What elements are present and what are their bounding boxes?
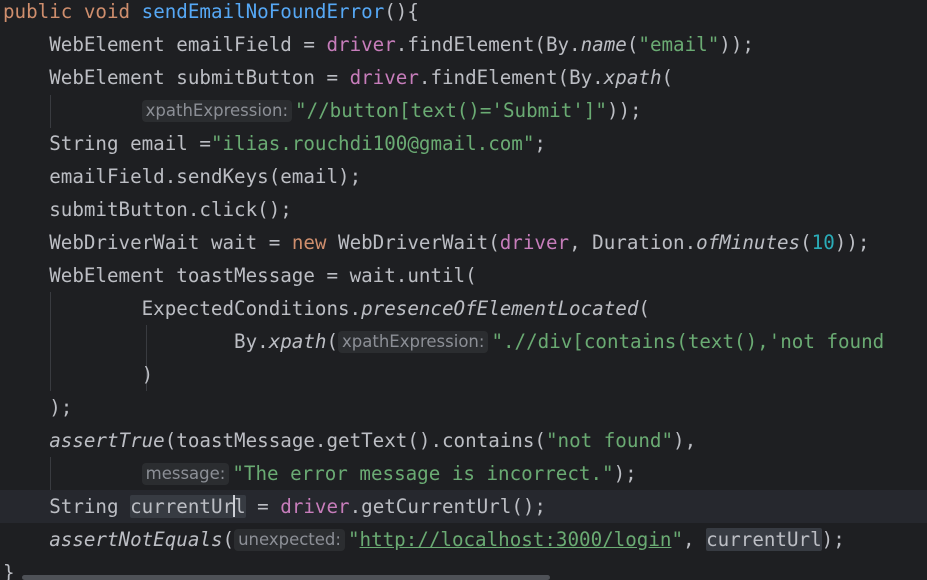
static-method: xpath <box>268 330 327 353</box>
keyword: public <box>3 0 73 23</box>
field-ref: driver <box>499 231 570 254</box>
string-literal: "//button[text()='Submit']" <box>295 99 607 122</box>
static-method: name <box>580 33 627 56</box>
code-line[interactable]: By.xpath(xpathExpression: ".//div[contain… <box>3 330 884 363</box>
string-literal: "not found" <box>545 429 674 452</box>
keyword: new <box>291 231 327 254</box>
code-text: ( <box>326 330 339 353</box>
code-text: ( <box>222 528 235 551</box>
code-text: ); <box>821 528 845 551</box>
code-text: ( <box>626 33 639 56</box>
code-text: ) <box>141 363 154 386</box>
code-text: WebElement emailField = <box>49 33 327 56</box>
method-name: sendEmailNoFoundError <box>141 0 385 23</box>
parameter-hint: xpathExpression: <box>141 100 293 122</box>
code-line[interactable]: public void sendEmailNoFoundError(){ <box>3 0 419 33</box>
code-text: ( <box>661 66 674 89</box>
code-text: )); <box>834 231 870 254</box>
code-text: String email = <box>49 132 211 155</box>
code-text: )); <box>719 33 754 56</box>
field-ref: driver <box>349 66 419 89</box>
code-text: ); <box>49 396 73 419</box>
static-method: ofMinutes <box>696 231 801 254</box>
code-text: ( <box>638 297 650 320</box>
code-text: , Duration. <box>569 231 697 254</box>
code-text: WebElement submitButton = <box>49 66 350 89</box>
code-line[interactable]: } <box>3 561 15 580</box>
code-line[interactable]: assertNotEquals(unexpected: "http://local… <box>3 528 845 561</box>
string-literal: "The error message is incorrect." <box>232 462 614 485</box>
code-line[interactable]: submitButton.click(); <box>3 198 292 231</box>
code-text: ; <box>534 132 546 155</box>
code-text: WebDriverWait( <box>326 231 500 254</box>
static-method: presenceOfElementLocated <box>361 297 639 320</box>
code-text: ( <box>800 231 812 254</box>
code-text: WebDriverWait wait = <box>49 231 292 254</box>
code-text: emailField.sendKeys(email); <box>49 165 362 188</box>
code-line[interactable]: ExpectedConditions.presenceOfElementLoca… <box>3 297 650 330</box>
code-text: ), <box>673 429 697 452</box>
highlighted-variable: currentUrl <box>706 528 822 551</box>
string-literal: "email" <box>638 33 720 56</box>
code-text: , <box>683 528 707 551</box>
horizontal-scrollbar[interactable] <box>22 575 550 580</box>
code-text: = <box>245 495 281 518</box>
string-literal: "ilias.rouchdi100@gmail.com" <box>210 132 535 155</box>
parameter-hint: message: <box>141 463 230 485</box>
code-line[interactable]: WebElement submitButton = driver.findEle… <box>3 66 673 99</box>
code-line[interactable]: WebElement emailField = driver.findEleme… <box>3 33 754 66</box>
highlighted-variable: currentUrl <box>130 495 246 518</box>
code-line[interactable]: ); <box>3 396 72 429</box>
static-method: xpath <box>603 66 662 89</box>
parameter-hint: unexpected: <box>234 529 345 551</box>
string-literal: " <box>347 528 360 551</box>
code-text: )); <box>606 99 642 122</box>
static-method: assertNotEquals <box>49 528 223 551</box>
number-literal: 10 <box>811 231 835 254</box>
code-line[interactable]: WebDriverWait wait = new WebDriverWait(d… <box>3 231 869 264</box>
code-text: ); <box>613 462 637 485</box>
code-text: WebElement toastMessage = wait.until( <box>49 264 477 287</box>
code-line[interactable]: emailField.sendKeys(email); <box>3 165 361 198</box>
keyword: void <box>83 0 131 23</box>
string-literal: ".//div[contains(text(),'not found <box>491 330 885 353</box>
code-line[interactable]: xpathExpression: "//button[text()='Submit… <box>3 99 642 132</box>
code-text: } <box>3 561 15 580</box>
code-line[interactable]: WebElement toastMessage = wait.until( <box>3 264 477 297</box>
field-ref: driver <box>280 495 350 518</box>
code-line[interactable]: assertTrue(toastMessage.getText().contai… <box>3 429 696 462</box>
code-text: (toastMessage.getText().contains( <box>164 429 546 452</box>
code-line[interactable]: String email ="ilias.rouchdi100@gmail.co… <box>3 132 546 165</box>
code-text: ExpectedConditions. <box>141 297 362 320</box>
code-text: submitButton.click(); <box>49 198 292 221</box>
code-text: String <box>49 495 131 518</box>
field-ref: driver <box>326 33 396 56</box>
code-text: (){ <box>384 0 419 23</box>
code-editor[interactable]: public void sendEmailNoFoundError(){ Web… <box>0 0 927 580</box>
parameter-hint: xpathExpression: <box>338 331 489 353</box>
code-text: .getCurrentUrl(); <box>349 495 546 518</box>
static-method: assertTrue <box>49 429 165 452</box>
string-literal: " <box>671 528 683 551</box>
code-text: .findElement(By. <box>395 33 581 56</box>
code-text: .findElement(By. <box>418 66 604 89</box>
code-line[interactable]: ) <box>3 363 154 396</box>
code-text: By. <box>234 330 269 353</box>
url-link[interactable]: http://localhost:3000/login <box>360 528 672 551</box>
current-code-line[interactable]: String currentUrl = driver.getCurrentUrl… <box>0 490 927 523</box>
